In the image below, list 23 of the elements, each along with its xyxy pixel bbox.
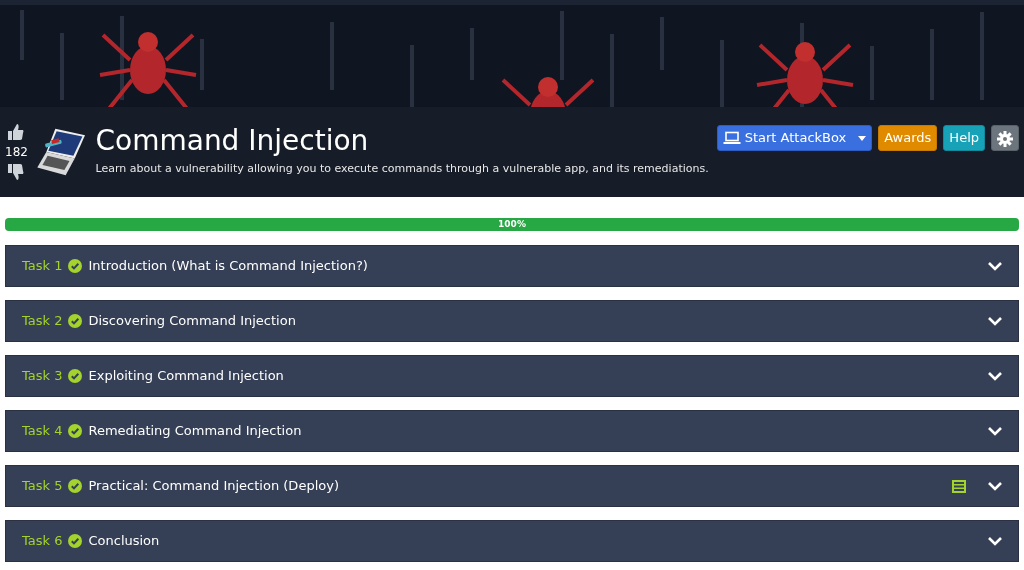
task-title: Discovering Command Injection xyxy=(88,312,296,331)
start-attackbox-button[interactable]: Start AttackBox xyxy=(716,125,873,151)
task-number: Task 1 xyxy=(22,257,63,276)
task-number: Task 2 xyxy=(22,312,63,331)
task-header[interactable]: Task 6 Conclusion xyxy=(5,520,1019,562)
task-number: Task 5 xyxy=(22,477,63,496)
task-number: Task 4 xyxy=(22,422,63,441)
task-header[interactable]: Task 4 Remediating Command Injection xyxy=(5,410,1019,452)
task-title: Exploiting Command Injection xyxy=(88,367,284,386)
room-title: Command Injection xyxy=(95,126,370,158)
room-description: Learn about a vulnerability allowing you to execute commands through a vulnerable app, and its remediations. xyxy=(95,161,709,178)
vote-count: 182 xyxy=(5,144,28,161)
task-header[interactable]: Task 2 Discovering Command Injection xyxy=(5,300,1019,342)
task-number: Task 6 xyxy=(22,532,63,551)
task-title: Remediating Command Injection xyxy=(88,422,302,441)
task-header[interactable]: Task 1 Introduction (What is Command Injection?) xyxy=(5,245,1019,287)
task-number: Task 3 xyxy=(22,367,63,386)
progress-fill: 100% xyxy=(5,218,1019,231)
task-title: Introduction (What is Command Injection?) xyxy=(88,257,368,276)
task-title: Conclusion xyxy=(88,532,160,551)
task-title: Practical: Command Injection (Deploy) xyxy=(88,477,339,496)
task-header[interactable]: Task 3 Exploiting Command Injection xyxy=(5,355,1019,397)
task-header[interactable]: Task 5 Practical: Command Injection (Deploy) xyxy=(5,465,1019,507)
